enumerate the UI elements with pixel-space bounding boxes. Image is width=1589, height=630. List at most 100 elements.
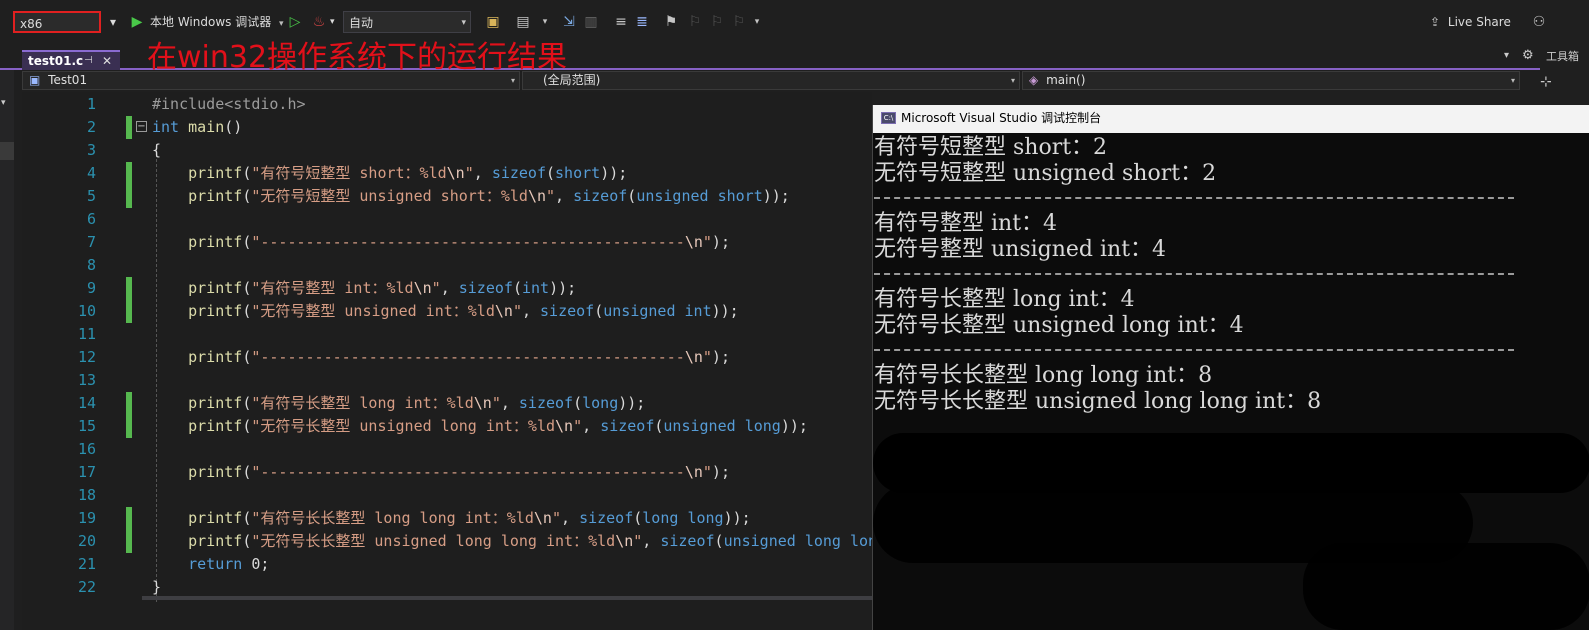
line-number: 5 bbox=[86, 187, 96, 205]
scope-dropdown[interactable]: (全局范围) ▾ bbox=[522, 71, 1020, 90]
split-icon[interactable]: ⊹ bbox=[1540, 74, 1552, 90]
line-number: 9 bbox=[86, 279, 96, 297]
bookmark-prev-icon: ⚐ bbox=[688, 14, 702, 30]
account-icon[interactable]: ⚇ bbox=[1530, 12, 1548, 32]
member-dropdown[interactable]: ◈ main() ▾ bbox=[1022, 71, 1520, 90]
code-line[interactable]: { bbox=[152, 139, 161, 162]
window-layout-icon[interactable]: ▤ bbox=[514, 12, 532, 32]
comment-icon[interactable]: ≣ bbox=[633, 12, 651, 32]
navigation-bar: ▣ Test01 ▾ (全局范围) ▾ ◈ main() ▾ bbox=[22, 71, 1522, 91]
chevron-down-icon[interactable]: ▾ bbox=[1, 98, 6, 108]
console-title: Microsoft Visual Studio 调试控制台 bbox=[901, 111, 1102, 125]
console-line: 有符号整型 int：4 bbox=[874, 211, 1058, 236]
code-line[interactable]: #include<stdio.h> bbox=[152, 93, 306, 116]
line-number: 2 bbox=[86, 118, 96, 136]
tab-label: test01.c bbox=[28, 54, 84, 68]
config-value: 自动 bbox=[349, 16, 374, 30]
code-line[interactable]: printf("有符号长长整型 long long int：%ld\n", si… bbox=[152, 507, 751, 530]
change-marker bbox=[126, 116, 132, 139]
left-tool-strip: ✕ ▾ bbox=[0, 46, 14, 630]
step-icon[interactable]: ⇲ bbox=[560, 12, 578, 32]
line-number: 1 bbox=[86, 95, 96, 113]
console-line: 有符号长整型 long int：4 bbox=[874, 287, 1135, 312]
live-share-button[interactable]: ⇪ Live Share bbox=[1430, 11, 1511, 33]
platform-dropdown-arrow[interactable]: ▾ bbox=[110, 11, 124, 33]
change-marker bbox=[126, 277, 132, 323]
platform-value: x86 bbox=[20, 17, 43, 31]
line-number: 20 bbox=[77, 532, 96, 550]
tool-strip-selected[interactable] bbox=[0, 142, 14, 160]
line-number: 15 bbox=[77, 417, 96, 435]
project-label: Test01 bbox=[48, 73, 88, 87]
pin-icon[interactable]: ⊣ bbox=[84, 52, 93, 70]
function-icon: ◈ bbox=[1029, 73, 1039, 87]
toolbox-icon[interactable]: 工具箱 bbox=[1546, 48, 1579, 64]
code-line[interactable]: printf("有符号整型 int：%ld\n", sizeof(int)); bbox=[152, 277, 576, 300]
folder-icon[interactable]: ▣ bbox=[484, 12, 502, 32]
console-separator bbox=[874, 349, 1514, 351]
line-number: 13 bbox=[77, 371, 96, 389]
chevron-down-icon[interactable]: ▾ bbox=[748, 12, 766, 32]
code-line[interactable]: printf("无符号长整型 unsigned long int：%ld\n",… bbox=[152, 415, 808, 438]
chevron-down-icon[interactable]: ▾ bbox=[536, 12, 554, 32]
gear-icon[interactable]: ⚙ bbox=[1522, 48, 1534, 63]
change-marker bbox=[126, 392, 132, 438]
chevron-down-icon[interactable]: ▾ bbox=[1504, 50, 1509, 61]
console-line: 无符号短整型 unsigned short：2 bbox=[874, 160, 1217, 186]
debug-target-label: 本地 Windows 调试器 bbox=[150, 15, 272, 29]
member-label: main() bbox=[1046, 73, 1086, 87]
line-number-gutter: 1 2 3 4 5 6 7 8 9 10 11 12 13 14 15 16 17 18 19 20 21 22 bbox=[22, 92, 104, 630]
bookmark-icon[interactable]: ⚑ bbox=[662, 12, 680, 32]
close-icon[interactable]: ✕ bbox=[102, 52, 112, 70]
line-number: 18 bbox=[77, 486, 96, 504]
code-line[interactable]: printf("--------------------------------… bbox=[152, 231, 730, 254]
bookmark-next-icon: ⚐ bbox=[710, 14, 724, 30]
line-number: 4 bbox=[86, 164, 96, 182]
console-line: 无符号整型 unsigned int：4 bbox=[874, 236, 1167, 262]
line-number: 3 bbox=[86, 141, 96, 159]
code-line[interactable]: printf("--------------------------------… bbox=[152, 461, 730, 484]
hot-reload-icon[interactable]: ♨ bbox=[310, 12, 328, 32]
debug-console-window[interactable]: C:\ Microsoft Visual Studio 调试控制台 有符号短整型… bbox=[872, 105, 1589, 630]
live-share-label: Live Share bbox=[1447, 15, 1511, 29]
code-line[interactable]: return 0; bbox=[152, 553, 269, 576]
console-title-bar[interactable]: C:\ Microsoft Visual Studio 调试控制台 bbox=[873, 105, 1589, 133]
scope-label: (全局范围) bbox=[543, 73, 601, 87]
step-disabled-icon: ▥ bbox=[584, 14, 598, 30]
config-dropdown[interactable]: 自动 ▾ bbox=[343, 11, 471, 33]
line-number: 8 bbox=[86, 256, 96, 274]
console-line: 有符号长长整型 long long int：8 bbox=[874, 363, 1213, 388]
code-line[interactable]: printf("有符号长整型 long int：%ld\n", sizeof(l… bbox=[152, 392, 645, 415]
code-line[interactable]: printf("无符号短整型 unsigned short：%ld\n", si… bbox=[152, 185, 790, 208]
start-without-debug-icon[interactable]: ▷ bbox=[286, 12, 304, 32]
start-debug-icon[interactable]: ▶ bbox=[128, 12, 146, 32]
chevron-down-icon[interactable]: ▾ bbox=[330, 11, 340, 33]
indent-icon[interactable]: ≡ bbox=[612, 12, 630, 32]
console-line: 有符号短整型 short：2 bbox=[874, 135, 1108, 160]
code-line[interactable]: printf("--------------------------------… bbox=[152, 346, 730, 369]
line-number: 7 bbox=[86, 233, 96, 251]
code-line[interactable]: int main() bbox=[152, 116, 242, 139]
tab-test01-c[interactable]: test01.c ⊣ ✕ bbox=[22, 50, 120, 70]
redacted-area bbox=[1303, 543, 1589, 630]
code-line[interactable]: printf("有符号短整型 short：%ld\n", sizeof(shor… bbox=[152, 162, 627, 185]
share-icon: ⇪ bbox=[1430, 15, 1441, 29]
chevron-down-icon: ▾ bbox=[510, 76, 515, 85]
line-number: 17 bbox=[77, 463, 96, 481]
line-number: 12 bbox=[77, 348, 96, 366]
code-line[interactable]: printf("无符号长长整型 unsigned long long int：%… bbox=[152, 530, 872, 553]
visual-studio-window: x86 ▾ ▶ 本地 Windows 调试器 ▾ ▷ ♨ ▾ 自动 ▾ ▣ ▤ … bbox=[0, 0, 1589, 630]
console-app-icon: C:\ bbox=[881, 112, 896, 124]
project-dropdown[interactable]: ▣ Test01 ▾ bbox=[22, 71, 520, 90]
console-line: 无符号长整型 unsigned long int：4 bbox=[874, 312, 1244, 338]
collapse-icon[interactable]: − bbox=[136, 121, 147, 132]
horizontal-scrollbar[interactable] bbox=[142, 596, 872, 600]
code-editor[interactable]: 1 2 3 4 5 6 7 8 9 10 11 12 13 14 15 16 17 18 19 20 21 22 − #i… bbox=[22, 92, 872, 630]
debug-target-button[interactable]: 本地 Windows 调试器 ▾ bbox=[150, 11, 284, 33]
console-output: 有符号短整型 short：2 无符号短整型 unsigned short：2 有符号… bbox=[873, 133, 1589, 630]
platform-dropdown[interactable]: x86 bbox=[13, 11, 101, 33]
console-separator bbox=[874, 197, 1514, 199]
code-line[interactable]: printf("无符号整型 unsigned int：%ld\n", sizeo… bbox=[152, 300, 739, 323]
line-number: 11 bbox=[77, 325, 96, 343]
main-toolbar: x86 ▾ ▶ 本地 Windows 调试器 ▾ ▷ ♨ ▾ 自动 ▾ ▣ ▤ … bbox=[0, 0, 1589, 44]
